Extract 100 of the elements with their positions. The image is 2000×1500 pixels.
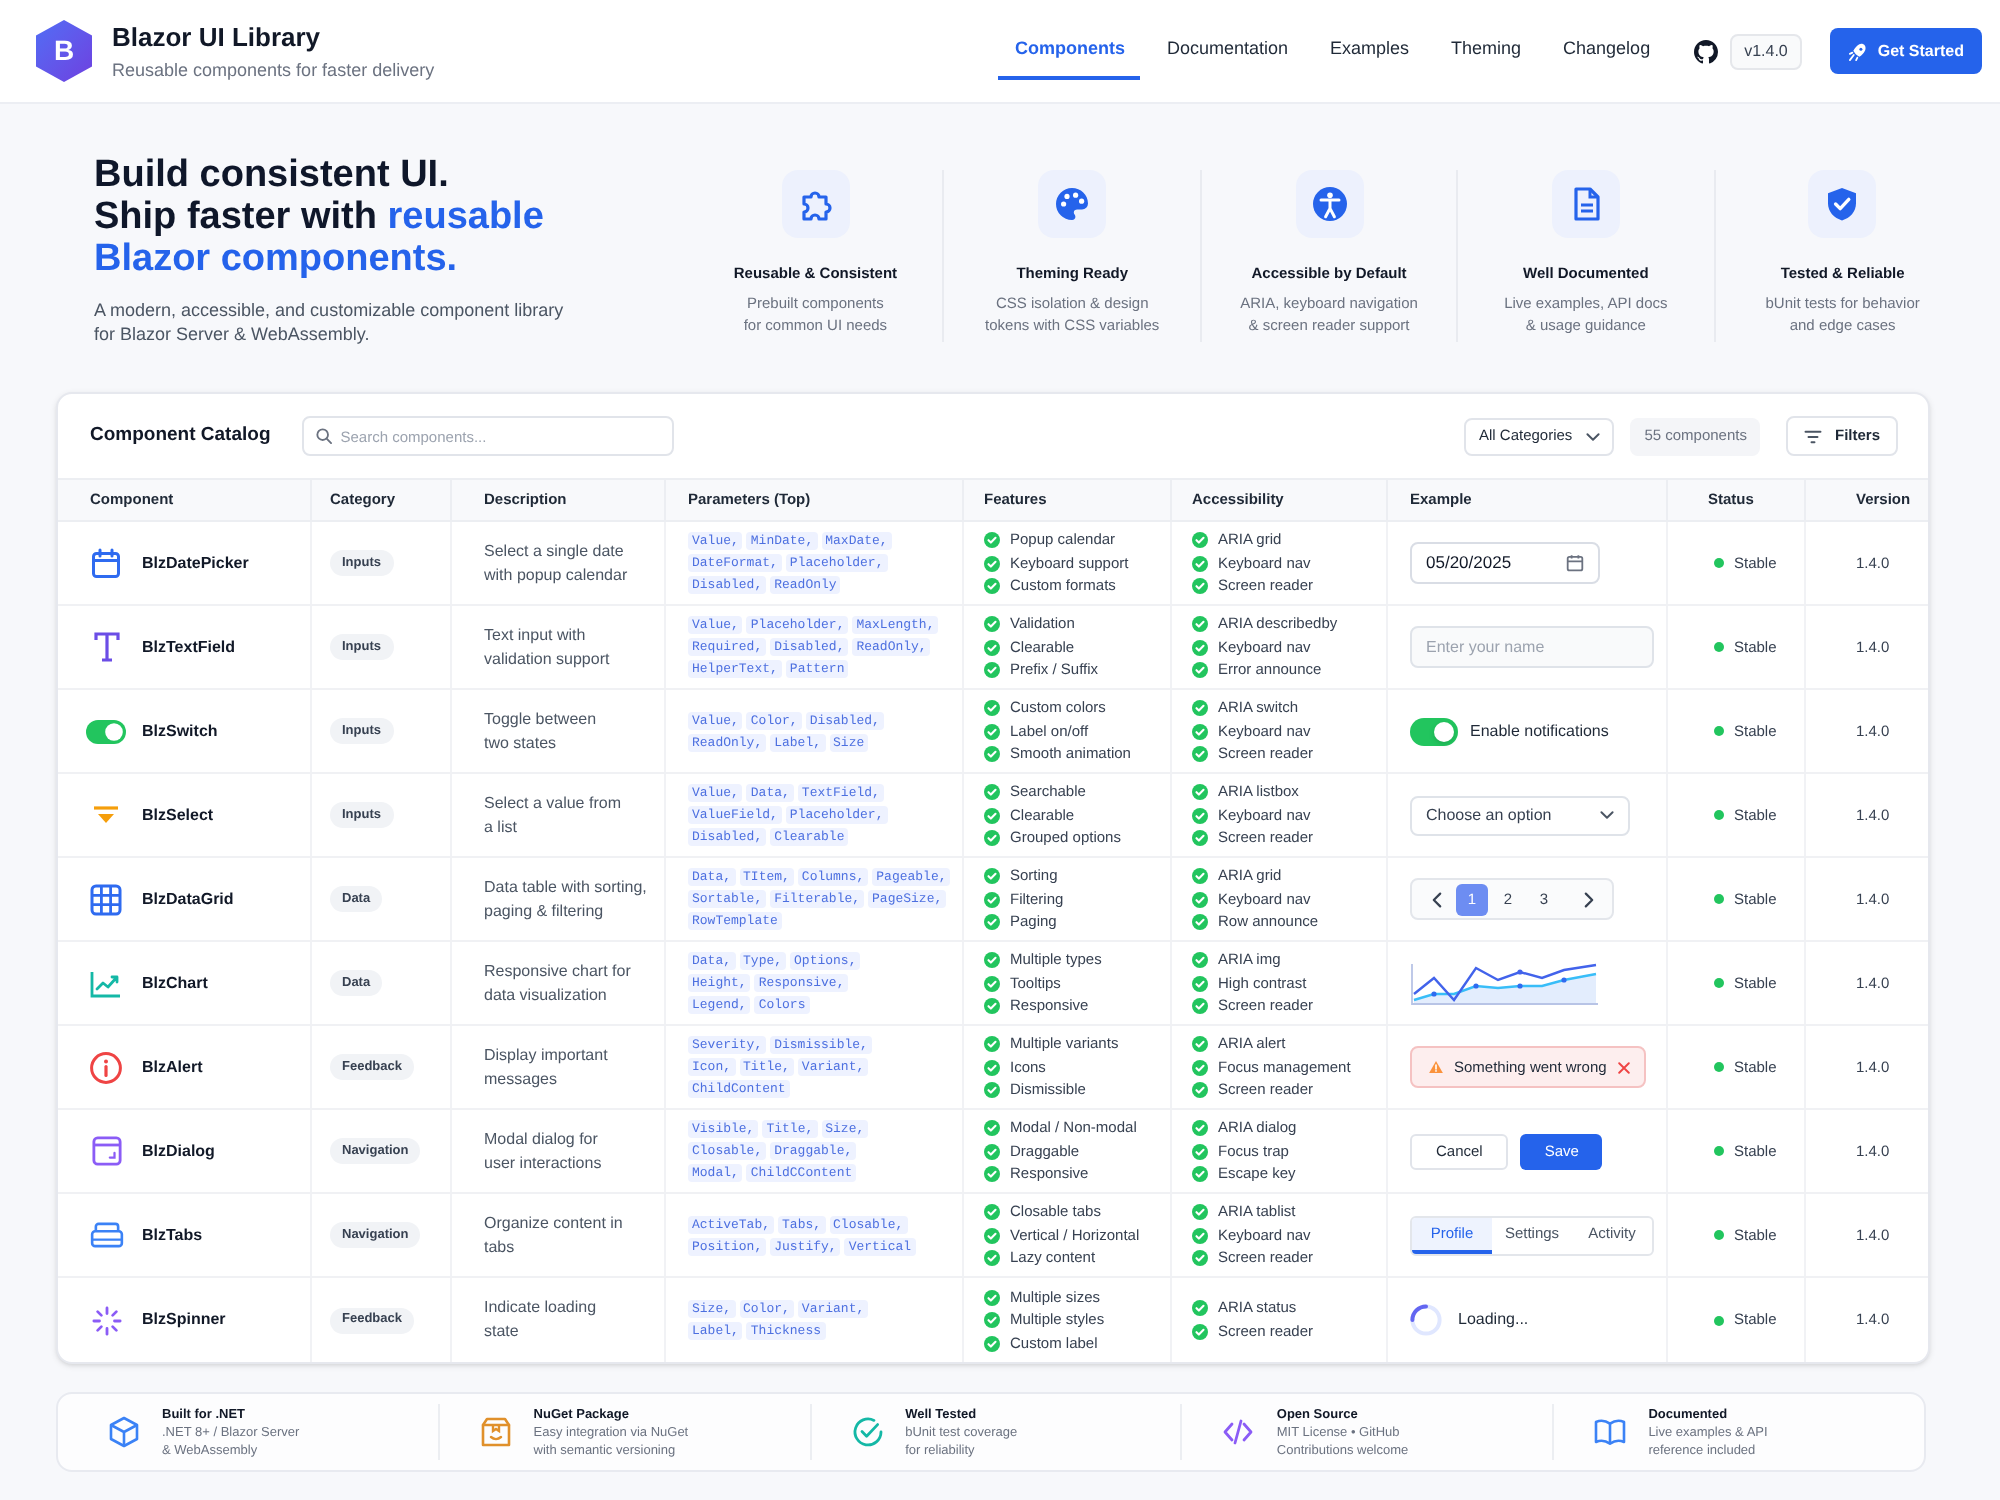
description-text: Responsive chart for data visualization bbox=[484, 959, 631, 1007]
check-icon bbox=[984, 1312, 1000, 1328]
check-icon bbox=[984, 555, 1000, 571]
toggle-icon bbox=[86, 719, 126, 743]
check-icon bbox=[984, 746, 1000, 762]
nav-link[interactable]: Theming bbox=[1435, 23, 1538, 79]
check-icon bbox=[984, 830, 1000, 846]
calendar-icon bbox=[1566, 554, 1584, 572]
component-name: BlzDataGrid bbox=[142, 887, 234, 911]
nav-link[interactable]: Examples bbox=[1314, 23, 1426, 79]
check-icon bbox=[984, 700, 1000, 716]
check-icon bbox=[1192, 555, 1208, 571]
window-icon bbox=[91, 1136, 121, 1166]
check-icon bbox=[984, 1166, 1000, 1182]
description-text: Organize content in tabs bbox=[484, 1211, 623, 1259]
github-icon[interactable] bbox=[1694, 39, 1719, 63]
component-name: BlzTextField bbox=[142, 635, 236, 659]
description-text: Data table with sorting, paging & filtering bbox=[484, 875, 647, 923]
loading-spinner-icon bbox=[91, 1305, 121, 1335]
nav-link[interactable]: Components bbox=[998, 23, 1141, 79]
check-icon bbox=[984, 998, 1000, 1014]
check-icon bbox=[1192, 975, 1208, 991]
rocket-icon bbox=[1847, 41, 1868, 61]
check-icon bbox=[1192, 723, 1208, 739]
component-name: BlzAlert bbox=[142, 1055, 203, 1079]
check-icon bbox=[984, 1335, 1000, 1351]
check-icon bbox=[984, 1120, 1000, 1136]
check-icon bbox=[984, 532, 1000, 548]
document-icon bbox=[1551, 170, 1620, 238]
check-icon bbox=[984, 891, 1000, 907]
check-icon bbox=[1192, 1204, 1208, 1220]
logo: B bbox=[36, 20, 92, 82]
check-icon bbox=[1192, 1227, 1208, 1243]
check-icon bbox=[984, 914, 1000, 930]
description-text: Display important messages bbox=[484, 1043, 608, 1091]
component-name: BlzSpinner bbox=[142, 1308, 226, 1332]
check-icon bbox=[1192, 830, 1208, 846]
check-icon bbox=[984, 1059, 1000, 1075]
chart-point bbox=[1517, 968, 1523, 974]
check-icon bbox=[984, 868, 1000, 884]
check-icon bbox=[984, 1250, 1000, 1266]
hero-heading: Build consistent UI. Ship faster with reusable Blazor components. bbox=[94, 154, 546, 280]
check-icon bbox=[1192, 1082, 1208, 1098]
puzzle-icon bbox=[781, 170, 850, 238]
text-field[interactable]: Enter your name bbox=[1410, 626, 1654, 668]
description-text: Indicate loading state bbox=[484, 1296, 597, 1344]
warning-icon bbox=[1428, 1060, 1444, 1074]
check-icon bbox=[984, 723, 1000, 739]
nav-link[interactable]: Changelog bbox=[1547, 23, 1667, 79]
get-started-button[interactable]: Get Started bbox=[1829, 28, 1982, 74]
description-text: Toggle between two states bbox=[484, 707, 597, 755]
nav-link[interactable]: Documentation bbox=[1150, 23, 1304, 79]
description-text: Modal dialog for user interactions bbox=[484, 1127, 602, 1175]
filter-icon bbox=[1804, 429, 1823, 443]
chart-point bbox=[1517, 982, 1523, 988]
check-icon bbox=[984, 1204, 1000, 1220]
component-name: BlzTabs bbox=[142, 1223, 203, 1247]
site-subtitle: Reusable components for faster delivery bbox=[112, 59, 435, 81]
select-dropdown[interactable]: Choose an option bbox=[1410, 795, 1630, 835]
spinner-icon bbox=[1410, 1304, 1442, 1336]
dropdown-icon bbox=[94, 806, 118, 824]
calendar-icon bbox=[90, 547, 122, 579]
check-icon bbox=[984, 578, 1000, 594]
check-icon bbox=[1192, 746, 1208, 762]
catalog-title: Component Catalog bbox=[90, 421, 271, 450]
check-icon bbox=[984, 975, 1000, 991]
check-icon bbox=[984, 952, 1000, 968]
check-icon bbox=[1192, 998, 1208, 1014]
component-name: BlzSwitch bbox=[142, 719, 218, 743]
loading-label: Loading... bbox=[1458, 1308, 1529, 1332]
open-book-icon bbox=[1594, 1416, 1627, 1448]
chart-point bbox=[1561, 976, 1567, 982]
check-icon bbox=[984, 1227, 1000, 1243]
cube-icon bbox=[108, 1416, 140, 1448]
toggle-switch[interactable] bbox=[1410, 717, 1458, 745]
version-badge: v1.4.0 bbox=[1730, 33, 1802, 69]
check-icon bbox=[984, 807, 1000, 823]
component-name: BlzSelect bbox=[142, 803, 214, 827]
description-text: Text input with validation support bbox=[484, 623, 610, 671]
check-icon bbox=[1192, 784, 1208, 800]
site-title: Blazor UI Library bbox=[112, 21, 323, 53]
component-name: BlzDialog bbox=[142, 1139, 215, 1163]
info-icon bbox=[90, 1051, 122, 1083]
check-icon bbox=[1192, 891, 1208, 907]
check-icon bbox=[984, 784, 1000, 800]
check-icon bbox=[1192, 1300, 1208, 1317]
chevron-left-icon bbox=[1431, 891, 1441, 907]
switch-label: Enable notifications bbox=[1470, 719, 1609, 743]
chart-point bbox=[1473, 982, 1479, 988]
check-icon bbox=[1192, 578, 1208, 594]
check-icon bbox=[984, 639, 1000, 655]
check-icon bbox=[984, 662, 1000, 678]
chart-point bbox=[1431, 990, 1437, 996]
close-button[interactable] bbox=[1614, 1057, 1634, 1077]
date-field[interactable]: 05/20/2025 bbox=[1410, 542, 1600, 584]
check-icon bbox=[984, 1082, 1000, 1098]
check-icon bbox=[984, 1289, 1000, 1305]
shield-check-icon bbox=[1808, 170, 1877, 238]
check-icon bbox=[984, 1036, 1000, 1052]
check-icon bbox=[1192, 1036, 1208, 1052]
